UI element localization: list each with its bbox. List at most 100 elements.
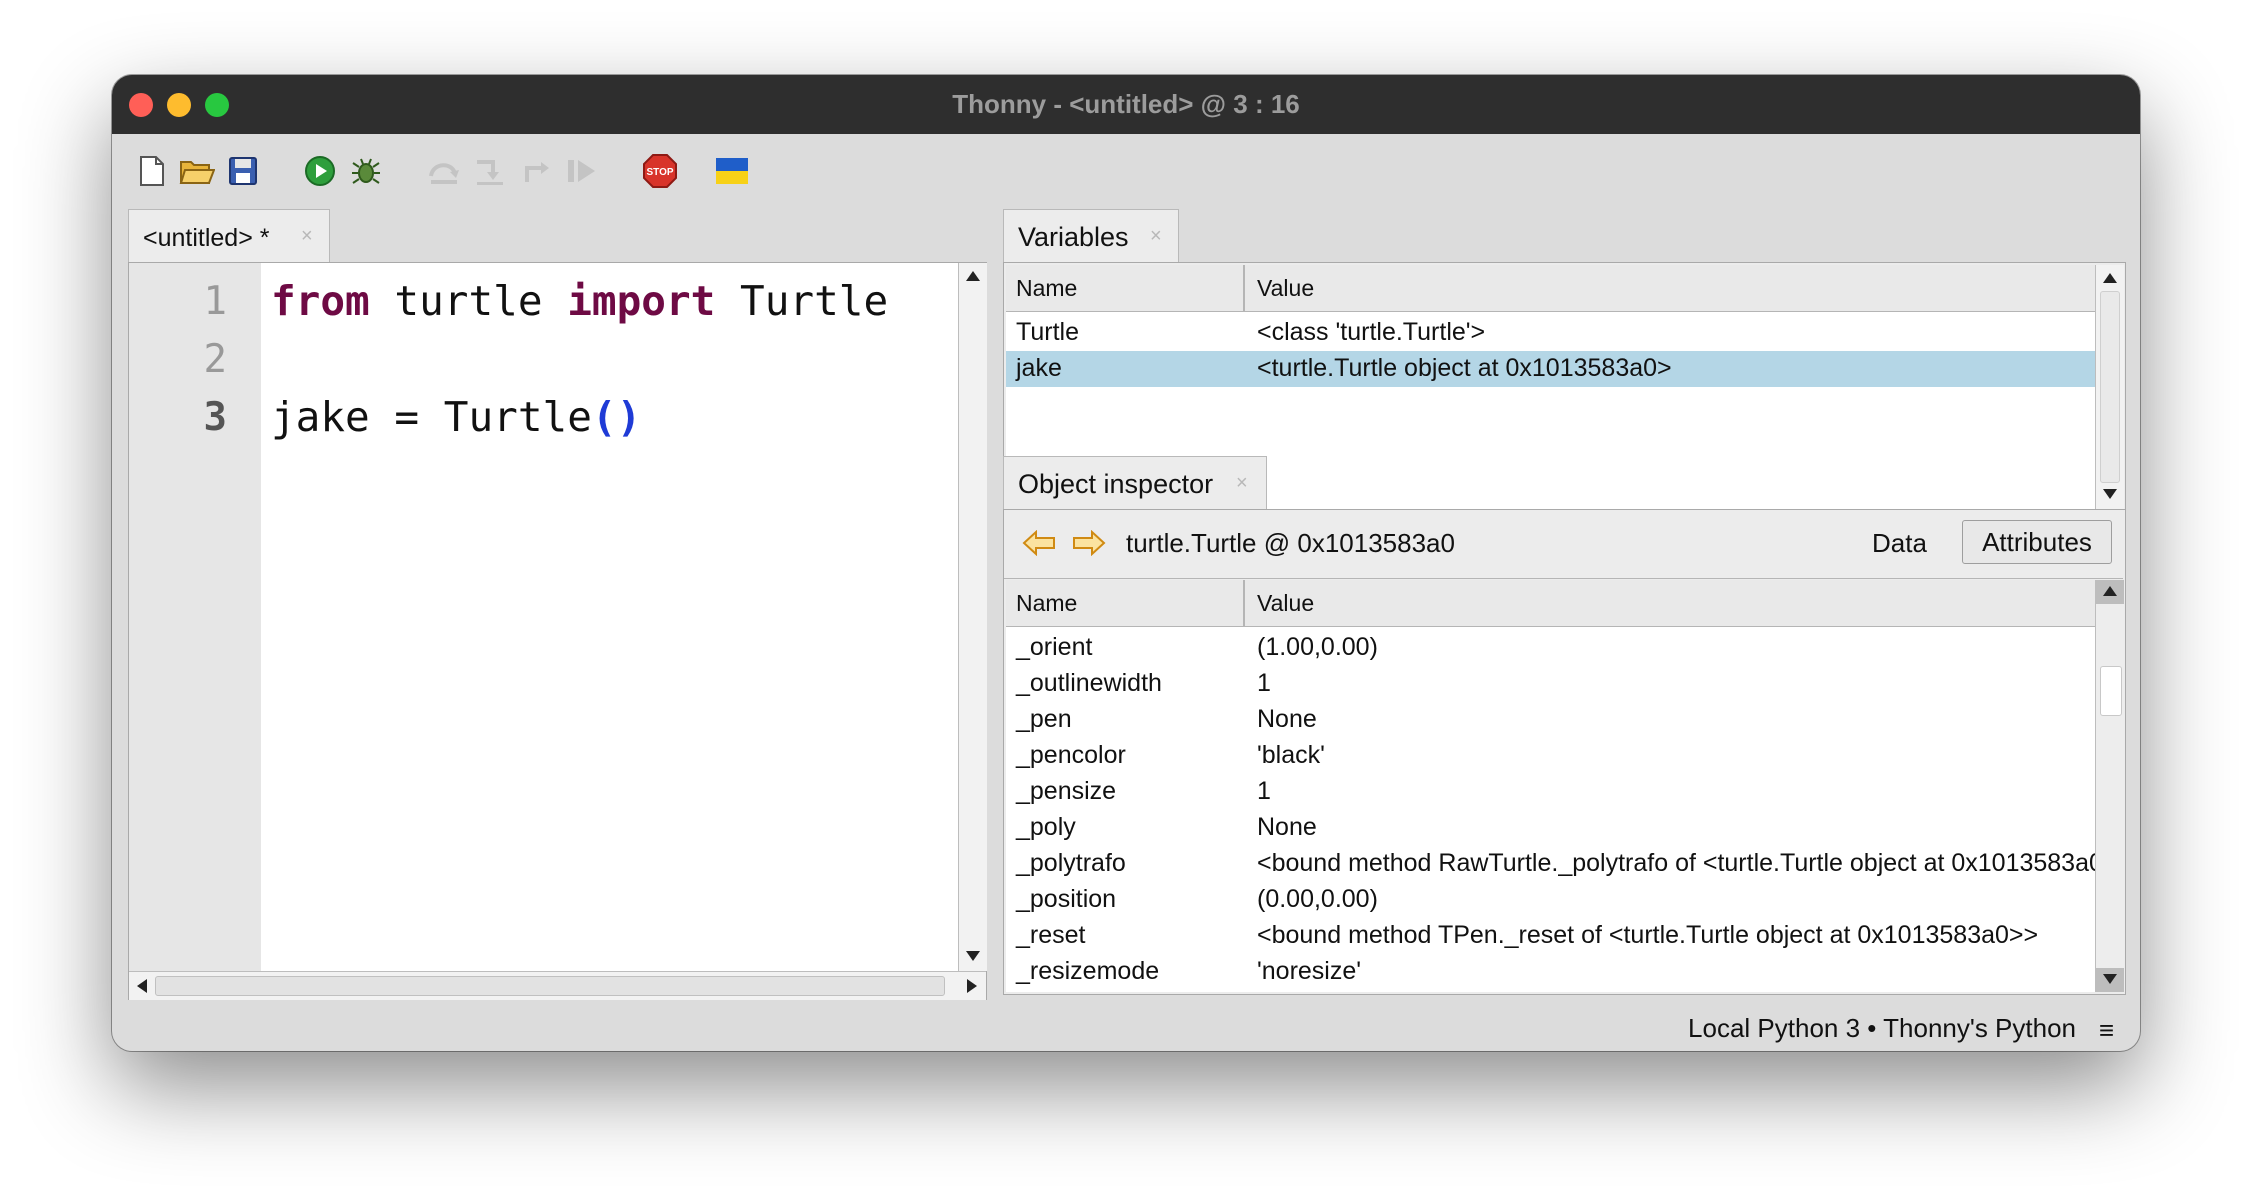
scroll-right-arrow-icon[interactable] [967,979,977,993]
save-icon[interactable] [223,151,263,191]
step-over-icon [424,151,464,191]
variables-tab-label: Variables [1018,222,1129,252]
attributes-table-header: Name Value [1006,580,2095,627]
table-row[interactable]: _polytrafo <bound method RawTurtle._polyt… [1006,846,2095,882]
variable-value: <class 'turtle.Turtle'> [1257,318,1486,346]
open-folder-icon[interactable] [177,151,217,191]
column-divider[interactable] [1243,265,1245,311]
table-row[interactable]: _pensize 1 [1006,774,2095,810]
window-title: Thonny - <untitled> @ 3 : 16 [952,89,1300,119]
inspected-object-title: turtle.Turtle @ 0x1013583a0 [1126,528,1455,558]
attribute-value: 'black' [1257,741,1325,769]
attribute-value: (1.00,0.00) [1257,633,1378,661]
variables-table-header: Name Value [1006,265,2095,312]
title-bar[interactable]: Thonny - <untitled> @ 3 : 16 [112,75,2140,134]
stop-label: STOP [646,167,673,178]
column-header-value[interactable]: Value [1257,590,1314,617]
scroll-left-arrow-icon[interactable] [137,979,147,993]
keyword-token: from [271,277,370,325]
scroll-down-arrow-icon[interactable] [2103,974,2117,984]
scroll-up-arrow-icon[interactable] [2103,273,2117,283]
new-file-icon[interactable] [132,151,172,191]
inspector-header: turtle.Turtle @ 0x1013583a0 Data Attribu… [1004,510,2123,579]
scroll-track[interactable] [2096,604,2124,968]
variable-value: <turtle.Turtle object at 0x1013583a0> [1257,354,1672,382]
scroll-down-arrow-icon[interactable] [2103,489,2117,499]
editor-tab-untitled[interactable]: <untitled> * × [128,209,330,264]
attribute-value: 1 [1257,669,1271,697]
ukraine-flag-icon[interactable] [712,151,752,191]
interpreter-status[interactable]: Local Python 3 • Thonny's Python [1688,1013,2076,1044]
table-row[interactable]: _pen None [1006,702,2095,738]
attributes-vertical-scrollbar[interactable] [2095,580,2124,992]
attribute-name: _pen [1016,705,1072,733]
attribute-name: _orient [1016,633,1093,661]
scroll-down-arrow-icon[interactable] [966,951,980,961]
scroll-up-arrow-icon[interactable] [966,271,980,281]
stop-icon[interactable]: STOP [640,151,680,191]
variable-name: Turtle [1016,318,1079,346]
code-line[interactable]: from turtle import Turtle [271,277,888,325]
column-header-value[interactable]: Value [1257,275,1314,302]
scroll-up-arrow-icon[interactable] [2103,586,2117,596]
table-row-selected[interactable]: jake <turtle.Turtle object at 0x1013583a… [1006,351,2095,387]
attribute-value: (0.00,0.00) [1257,885,1378,913]
table-row[interactable]: _poly None [1006,810,2095,846]
attribute-name: _reset [1016,921,1086,949]
tab-variables[interactable]: Variables × [1003,209,1179,264]
forward-arrow-icon[interactable] [1072,529,1106,561]
attribute-value: None [1257,813,1317,841]
table-row[interactable]: _reset <bound method TPen._reset of <turt… [1006,918,2095,954]
table-row[interactable]: _outlinewidth 1 [1006,666,2095,702]
line-number-current: 3 [203,395,227,440]
run-icon[interactable] [300,151,340,191]
attributes-button[interactable]: Attributes [1962,520,2112,564]
column-divider[interactable] [1243,580,1245,626]
attribute-value: 'noresize' [1257,957,1362,985]
attribute-value: 1 [1257,777,1271,805]
table-row[interactable]: Turtle <class 'turtle.Turtle'> [1006,315,2095,351]
vertical-scroll-thumb[interactable] [2100,666,2122,716]
code-line[interactable]: jake = Turtle() [271,393,641,441]
step-into-icon [470,151,510,191]
column-header-name[interactable]: Name [1016,275,1077,302]
object-inspector-pane: turtle.Turtle @ 0x1013583a0 Data Attribu… [1003,509,2126,995]
attribute-value: <bound method TPen._reset of <turtle.Tur… [1257,921,2039,949]
table-row[interactable]: _position (0.00,0.00) [1006,882,2095,918]
table-row[interactable]: _orient (1.00,0.00) [1006,630,2095,666]
line-number-gutter: 1 2 3 [129,263,261,971]
attribute-name: _polytrafo [1016,849,1126,877]
editor-horizontal-scrollbar[interactable] [129,971,986,1000]
editor-tab-close-icon[interactable]: × [301,225,313,248]
hamburger-menu-icon[interactable]: ≡ [2099,1015,2114,1046]
inspector-tab-close-icon[interactable]: × [1236,472,1248,495]
attribute-name: _pensize [1016,777,1117,805]
attribute-name: _position [1016,885,1117,913]
attributes-table: Name Value _orient (1.00,0.00) _outlinewi… [1006,580,2095,992]
variable-name: jake [1016,354,1062,382]
attribute-name: _pencolor [1016,741,1126,769]
back-arrow-icon[interactable] [1022,529,1056,561]
debug-icon[interactable] [346,151,386,191]
column-header-name[interactable]: Name [1016,590,1077,617]
variables-tab-close-icon[interactable]: × [1150,225,1162,248]
editor-vertical-scrollbar[interactable] [958,263,987,971]
table-row[interactable]: _pencolor 'black' [1006,738,2095,774]
table-row[interactable]: _resizemode 'noresize' [1006,954,2095,990]
attribute-name: _outlinewidth [1016,669,1162,697]
data-button[interactable]: Data [1872,528,1927,559]
editor-tab-label: <untitled> * [143,224,270,252]
attribute-name: _poly [1016,813,1076,841]
code-editor[interactable]: 1 2 3 from turtle import Turtle jake = T… [128,262,987,1000]
step-out-icon [516,151,556,191]
tab-object-inspector[interactable]: Object inspector × [1003,456,1267,511]
horizontal-scroll-thumb[interactable] [155,976,945,996]
keyword-token: import [567,277,716,325]
status-bar: Local Python 3 • Thonny's Python ≡ [112,1003,2140,1051]
thonny-window: Thonny - <untitled> @ 3 : 16 STOP <untit… [112,75,2140,1051]
resume-icon [562,151,602,191]
variables-vertical-scrollbar[interactable] [2095,265,2124,509]
vertical-scroll-thumb[interactable] [2100,291,2120,483]
paren-token: () [591,393,642,441]
line-number: 1 [203,279,227,324]
